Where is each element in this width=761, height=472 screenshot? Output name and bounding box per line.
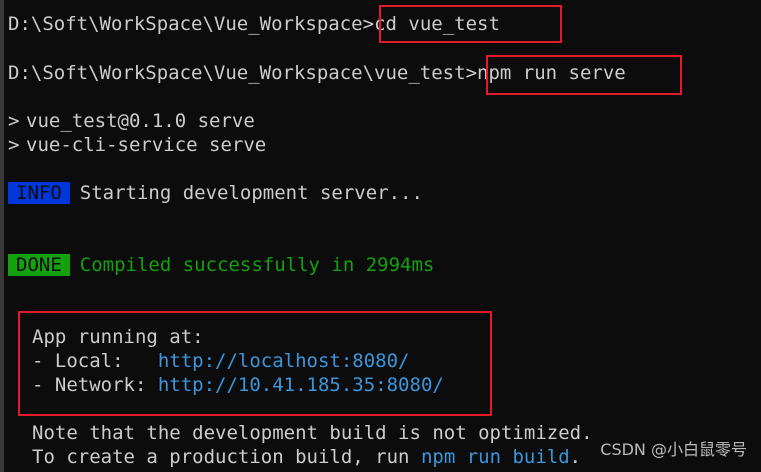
info-line: INFO Starting development server...: [8, 181, 423, 205]
npm-output-line: > vue_test@0.1.0 serve: [8, 109, 255, 133]
csdn-watermark: CSDN @小白鼠零号: [600, 440, 747, 459]
note-line-2: To create a production build, run npm ru…: [32, 445, 581, 469]
done-badge: DONE: [8, 254, 70, 276]
chevron-right-icon: >: [8, 110, 20, 132]
prompt-path: D:\Soft\WorkSpace\Vue_Workspace\vue_test: [8, 62, 466, 84]
info-text: Starting development server...: [79, 182, 423, 204]
highlight-box-cd-command: [379, 5, 562, 43]
info-badge: INFO: [8, 182, 70, 204]
terminal-left-edge: [0, 0, 4, 472]
prompt-path: D:\Soft\WorkSpace\Vue_Workspace: [8, 13, 363, 35]
note-suffix: .: [569, 446, 582, 468]
npm-output-text: vue-cli-service serve: [26, 134, 267, 156]
npm-output-line: > vue-cli-service serve: [8, 133, 266, 157]
prompt-separator: >: [465, 62, 478, 84]
terminal-window[interactable]: D:\Soft\WorkSpace\Vue_Workspace>cd vue_t…: [0, 0, 761, 472]
chevron-right-icon: >: [8, 134, 20, 156]
prompt-separator: >: [362, 13, 375, 35]
note-text: To create a production build, run: [32, 446, 421, 468]
note-line-1: Note that the development build is not o…: [32, 422, 593, 444]
highlight-box-app-running: [18, 311, 492, 416]
npm-output-text: vue_test@0.1.0 serve: [26, 110, 255, 132]
done-line: DONE Compiled successfully in 2994ms: [8, 253, 434, 277]
highlight-box-npm-command: [486, 55, 682, 95]
done-text: Compiled successfully in 2994ms: [79, 254, 435, 276]
build-command: npm run build: [420, 446, 570, 468]
